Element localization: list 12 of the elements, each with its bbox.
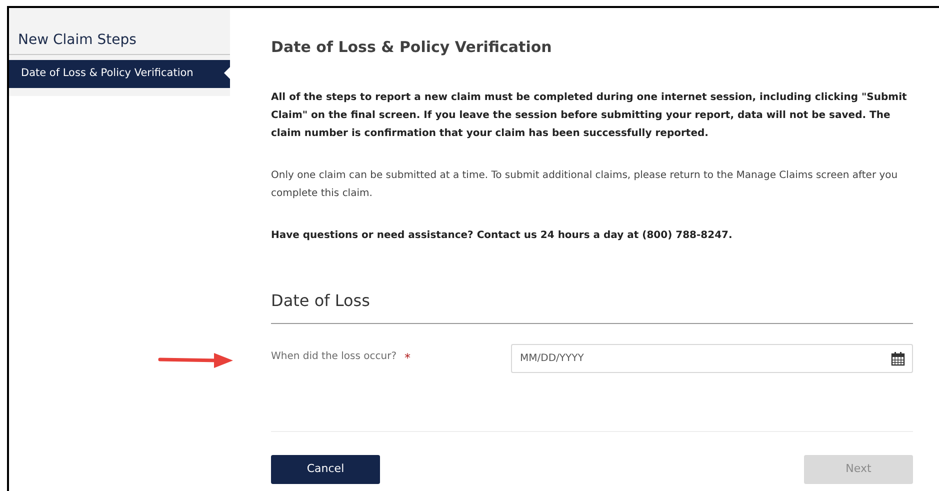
date-field[interactable]: MM/DD/YYYY — [511, 344, 913, 372]
cancel-button[interactable]: Cancel — [271, 454, 380, 484]
calendar-icon[interactable] — [891, 350, 905, 366]
section-title: Date of Loss — [271, 288, 913, 324]
sidebar-item[interactable]: Date of Loss & Policy Verification — [9, 60, 230, 88]
paragraph: All of the steps to report a new claim must be completed during one internet session, including clicking "Submit Claim" on the final screen. If you leave the session before submitting your report, data will not be saved. The claim number is confirmation that your claim has been successfully reported. — [271, 90, 908, 140]
paragraph: Only one claim can be submitted at a time. To submit additional claims, please return to the Manage Claims screen after you complete this claim. — [271, 168, 899, 200]
page-title: Date of Loss & Policy Verification — [271, 37, 553, 58]
sidebar-title: New Claim Steps — [9, 30, 230, 55]
paragraph: Have questions or need assistance? Contact us 24 hours a day at (800) 788-8247. — [271, 228, 734, 242]
field-label: When did the loss occur? — [271, 350, 397, 364]
required-mark: * — [404, 350, 411, 367]
